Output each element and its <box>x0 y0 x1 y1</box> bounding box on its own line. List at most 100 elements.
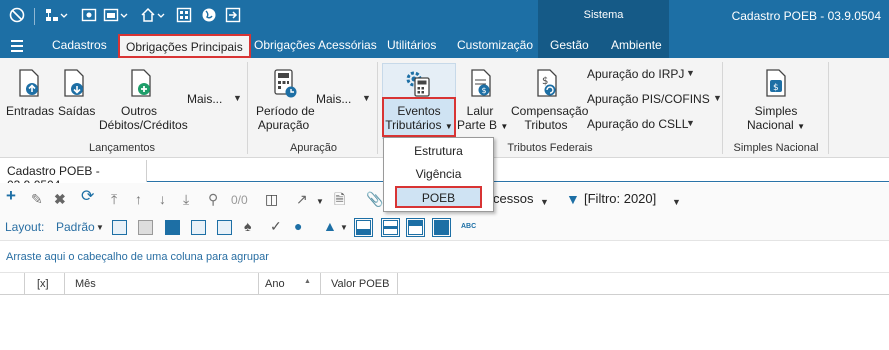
group-hint-text: Arraste aqui o cabeçalho de uma coluna p… <box>6 251 269 263</box>
chevron-down-icon[interactable]: ▼ <box>540 195 549 209</box>
attach-icon[interactable]: 📎 <box>366 192 383 206</box>
filter-status[interactable]: [Filtro: 2020] <box>584 192 656 206</box>
exit-icon[interactable] <box>225 7 241 23</box>
chevron-down-icon[interactable]: ▼ <box>340 223 348 232</box>
refresh-icon[interactable]: ⟳ <box>81 189 94 205</box>
view-top-icon[interactable] <box>406 218 425 237</box>
apuracao-csll-button[interactable]: Apuração do CSLL <box>587 117 688 131</box>
delete-icon[interactable]: ✖ <box>54 192 66 206</box>
tab-customizacao[interactable]: Customização <box>457 38 533 52</box>
eventos-label-line1: Eventos <box>397 104 441 118</box>
paint-icon[interactable]: ♠ <box>244 218 251 234</box>
eye-icon[interactable] <box>81 7 97 23</box>
group-apuracao: Apuração <box>289 142 338 154</box>
columns-icon[interactable]: ◫ <box>265 192 278 206</box>
globe-icon[interactable] <box>201 7 217 23</box>
view-bottom-icon[interactable] <box>354 218 373 237</box>
column-valor-poeb[interactable]: Valor POEB <box>321 273 398 295</box>
upload-layout-icon[interactable] <box>191 220 206 235</box>
edit-icon[interactable]: ✎ <box>31 192 43 206</box>
save-layout-icon[interactable] <box>165 220 180 235</box>
layout-label: Layout: <box>5 220 45 234</box>
periodo-apuracao-button[interactable]: Período de Apuração <box>256 104 315 132</box>
periodo-label-line1: Período de <box>256 104 315 118</box>
menu-item-poeb[interactable]: POEB <box>395 186 482 208</box>
saidas-button[interactable]: Saídas <box>58 104 95 118</box>
eventos-label-line2: Tributários <box>385 118 442 132</box>
section-title: Sistema <box>583 9 624 21</box>
lalur-parte-b-button[interactable]: Lalur Parte B ▼ <box>457 104 508 134</box>
document-icon[interactable]: 🗎 <box>334 192 345 206</box>
row-indicator-column <box>0 273 25 295</box>
simples-label-line2: Nacional <box>747 118 794 132</box>
column-select-all[interactable]: [x] <box>25 273 65 295</box>
block-icon[interactable] <box>9 7 25 23</box>
processos-dropdown[interactable]: cessos <box>493 192 533 206</box>
outros-debitos-button[interactable]: Outros Débitos/Créditos <box>99 104 188 132</box>
grid-icon[interactable] <box>176 7 192 23</box>
tab-cadastros[interactable]: Cadastros <box>52 38 107 52</box>
tab-obrigacoes-principais[interactable]: Obrigações Principais <box>118 34 251 58</box>
chevron-down-icon: ▼ <box>713 93 722 103</box>
group-simples-nacional: Simples Nacional <box>733 142 819 154</box>
chart-icon[interactable]: ▲ <box>323 218 337 234</box>
view-split-icon[interactable] <box>381 218 400 237</box>
column-mes[interactable]: Mês <box>65 273 259 295</box>
apuracao-pis-cofins-button[interactable]: Apuração PIS/COFINS <box>587 92 710 106</box>
shapes-icon[interactable]: ● <box>294 218 302 234</box>
move-bottom-icon[interactable]: ⤓ <box>183 192 189 206</box>
window-icon[interactable] <box>103 7 131 23</box>
pin-icon[interactable]: ✓ <box>270 218 282 235</box>
mais-apuracao-button[interactable]: Mais... <box>316 92 351 106</box>
move-up-icon[interactable]: ↑ <box>135 192 142 206</box>
group-by-area[interactable]: Arraste aqui o cabeçalho de uma coluna p… <box>0 241 889 273</box>
entradas-button[interactable]: Entradas <box>6 104 54 118</box>
tab-gestao[interactable]: Gestão <box>550 38 589 52</box>
mais-lancamentos-button[interactable]: Mais... <box>187 92 222 106</box>
search-icon[interactable]: ⚲ <box>208 192 218 206</box>
tab-ambiente[interactable]: Ambiente <box>611 38 662 52</box>
view-full-icon[interactable] <box>432 218 451 237</box>
tab-utilitarios[interactable]: Utilitários <box>387 38 436 52</box>
grid-header: [x] Mês Ano ▲ Valor POEB <box>0 273 889 295</box>
move-top-icon[interactable]: ⤒ <box>111 192 117 206</box>
window-title: Cadastro POEB - 03.9.0504 <box>731 9 881 23</box>
home-icon[interactable] <box>140 7 168 23</box>
menu-item-estrutura[interactable]: Estrutura <box>384 140 493 162</box>
outros-label-line1: Outros <box>120 104 157 118</box>
download-layout-icon[interactable] <box>217 220 232 235</box>
menu-icon[interactable] <box>11 40 23 52</box>
compensacao-label-line1: Compensação <box>511 104 589 118</box>
simples-nacional-button[interactable]: Simples Nacional ▼ <box>738 104 814 134</box>
doc-tab-cadastro-poeb[interactable]: Cadastro POEB - 03.9.0504 <box>0 160 147 192</box>
group-separator <box>377 62 378 154</box>
export-icon[interactable]: ↗ <box>296 192 308 206</box>
add-icon[interactable]: + <box>6 187 16 204</box>
tree-icon[interactable] <box>44 7 68 23</box>
chevron-down-icon: ▼ <box>686 118 695 128</box>
chevron-down-icon[interactable]: ▼ <box>316 195 324 209</box>
compensacao-tributos-button[interactable]: Compensação Tributos <box>511 104 588 132</box>
group-lancamentos: Lançamentos <box>88 142 156 154</box>
group-separator <box>722 62 723 154</box>
apuracao-irpj-button[interactable]: Apuração do IRPJ <box>587 67 684 81</box>
move-down-icon[interactable]: ↓ <box>159 192 166 206</box>
column-ano[interactable]: Ano <box>259 273 321 295</box>
chevron-down-icon[interactable]: ▼ <box>672 195 681 209</box>
compensacao-label-line2: Tributos <box>524 118 568 132</box>
entradas-icon <box>18 69 40 100</box>
menu-item-vigencia[interactable]: Vigência <box>384 163 493 185</box>
layout-toolbar: Layout: Padrão ▼ ♠ ✓ ● ▲ ▼ ABC <box>0 215 889 241</box>
chevron-down-icon: ▼ <box>686 68 695 78</box>
tab-obrigacoes-acessorias[interactable]: Obrigações Acessórias <box>254 38 377 52</box>
add-layout-icon[interactable] <box>112 220 127 235</box>
chevron-down-icon[interactable]: ▼ <box>96 223 104 232</box>
calculator-icon <box>273 69 297 102</box>
separator <box>34 8 35 25</box>
simples-label-line1: Simples <box>754 104 798 118</box>
delete-layout-icon[interactable] <box>138 220 153 235</box>
layout-select[interactable]: Padrão <box>56 220 95 234</box>
outros-debitos-icon <box>130 69 152 100</box>
filter-icon[interactable]: ▼ <box>566 192 580 206</box>
spellcheck-icon[interactable]: ABC <box>461 223 476 230</box>
